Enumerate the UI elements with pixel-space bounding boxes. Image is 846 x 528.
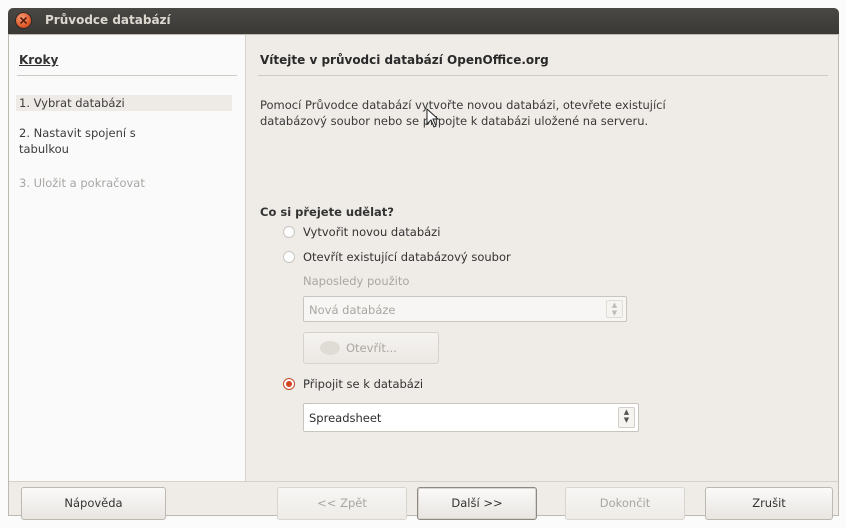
cancel-button[interactable]: Zrušit — [705, 487, 833, 520]
intro-line-1: Pomocí Průvodce databází vytvořte novou … — [260, 98, 666, 112]
steps-divider — [17, 75, 237, 76]
open-folder-icon — [320, 341, 340, 355]
close-icon — [19, 16, 28, 25]
connection-type-select[interactable]: Spreadsheet ▲ ▼ — [303, 403, 639, 432]
content-divider — [258, 75, 828, 76]
radio-create-new[interactable] — [283, 226, 295, 238]
spin-arrows-icon: ▲ ▼ — [606, 300, 623, 318]
page-title: Vítejte v průvodci databází OpenOffice.o… — [260, 53, 549, 67]
wizard-window: Kroky 1. Vybrat databázi 2. Nastavit spo… — [8, 34, 839, 520]
finish-button: Dokončit — [565, 487, 685, 520]
intro-text: Pomocí Průvodce databází vytvořte novou … — [260, 97, 800, 129]
close-button[interactable] — [16, 13, 31, 28]
step-setup-connection-cont[interactable]: tabulkou — [19, 141, 69, 157]
question-label: Co si přejete udělat? — [260, 205, 394, 219]
option-open-existing-label[interactable]: Otevřít existující databázový soubor — [303, 250, 511, 264]
open-file-button: Otevřít... — [303, 332, 439, 364]
option-create-new-label[interactable]: Vytvořit novou databázi — [303, 225, 440, 239]
recent-select: Nová databáze ▲ ▼ — [303, 296, 627, 322]
mouse-cursor-icon — [426, 108, 440, 128]
next-button[interactable]: Další >> — [417, 487, 537, 520]
open-file-button-label: Otevřít... — [346, 341, 397, 355]
recent-select-value: Nová databáze — [309, 303, 396, 317]
window-titlebar[interactable]: Průvodce databází — [8, 8, 839, 34]
steps-panel: Kroky 1. Vybrat databázi 2. Nastavit spo… — [9, 35, 246, 481]
step-setup-connection[interactable]: 2. Nastavit spojení s — [19, 125, 136, 141]
help-button[interactable]: Nápověda — [21, 487, 166, 520]
step-select-database[interactable]: 1. Vybrat databázi — [16, 95, 232, 111]
radio-open-existing[interactable] — [283, 251, 295, 263]
button-bar-divider — [9, 481, 838, 482]
recent-label: Naposledy použito — [303, 274, 410, 288]
window-title: Průvodce databází — [45, 13, 171, 27]
option-connect-label[interactable]: Připojit se k databázi — [303, 377, 423, 391]
radio-connect[interactable] — [283, 378, 295, 390]
intro-line-2: databázový soubor nebo se připojte k dat… — [260, 114, 649, 128]
step-save-continue: 3. Uložit a pokračovat — [19, 176, 145, 190]
connection-type-value: Spreadsheet — [309, 411, 382, 425]
steps-heading: Kroky — [19, 53, 59, 67]
spin-arrows-icon[interactable]: ▲ ▼ — [618, 407, 635, 428]
back-button: << Zpět — [277, 487, 407, 520]
